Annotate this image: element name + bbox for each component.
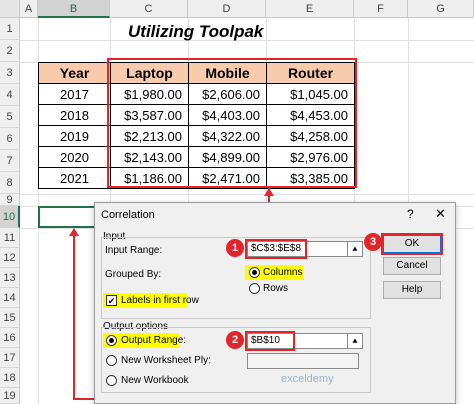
row-header[interactable]: 2 <box>0 40 20 62</box>
column-header-e[interactable]: E <box>266 0 354 18</box>
new-workbook-label[interactable]: New Workbook <box>121 375 189 386</box>
output-connector-arrowhead <box>69 228 79 236</box>
rows-radio[interactable] <box>249 283 260 294</box>
row-header[interactable]: 17 <box>0 348 20 368</box>
sheet-title: Utilizing Toolpak <box>128 22 264 41</box>
row-header-selected[interactable]: 10 <box>0 206 20 228</box>
new-worksheet-field[interactable] <box>247 353 359 369</box>
columns-radio[interactable] <box>249 267 260 278</box>
row-header[interactable]: 8 <box>0 172 20 194</box>
output-connector-line <box>73 232 75 400</box>
table-cell[interactable]: 2019 <box>38 125 111 147</box>
row-header[interactable]: 9 <box>0 194 20 206</box>
input-range-collapse-icon[interactable]: ⯅ <box>347 241 363 257</box>
row-header[interactable]: 13 <box>0 268 20 288</box>
row-header[interactable]: 5 <box>0 106 20 128</box>
connector-arrowhead <box>264 188 274 196</box>
column-header-c[interactable]: C <box>110 0 188 18</box>
cancel-button[interactable]: Cancel <box>383 257 441 275</box>
column-header-b[interactable]: B <box>38 0 110 18</box>
columns-option-label[interactable]: Columns <box>263 267 302 278</box>
column-header-a[interactable]: A <box>20 0 38 18</box>
callout-badge-1: 1 <box>226 239 244 257</box>
output-range-field-highlight <box>245 331 295 351</box>
table-cell[interactable]: 2021 <box>38 167 111 189</box>
callout-badge-3: 3 <box>364 233 382 251</box>
row-header[interactable]: 4 <box>0 84 20 106</box>
new-worksheet-label[interactable]: New Worksheet Ply: <box>121 355 211 366</box>
input-range-highlight <box>107 58 357 188</box>
ok-button-highlight <box>381 233 443 255</box>
row-header[interactable]: 16 <box>0 328 20 348</box>
new-workbook-radio[interactable] <box>106 375 117 386</box>
row-header[interactable]: 15 <box>0 308 20 328</box>
table-cell[interactable]: 2017 <box>38 83 111 105</box>
input-range-field-highlight <box>245 239 307 259</box>
input-range-label: Input Range: <box>105 245 163 256</box>
row-header[interactable]: 18 <box>0 368 20 388</box>
correlation-dialog: Correlation ? ✕ Input Input Range: $C$3:… <box>94 202 456 404</box>
select-all-corner[interactable] <box>0 0 20 18</box>
row-header[interactable]: 12 <box>0 248 20 268</box>
grouped-by-label: Grouped By: <box>105 269 162 280</box>
row-header[interactable]: 14 <box>0 288 20 308</box>
column-header-g[interactable]: G <box>408 0 474 18</box>
row-header[interactable]: 19 <box>0 388 20 404</box>
output-range-collapse-icon[interactable]: ⯅ <box>347 333 363 349</box>
watermark-logo: exceldemy <box>281 373 334 385</box>
output-range-label[interactable]: Output Range: <box>121 335 186 346</box>
close-icon[interactable]: ✕ <box>435 206 446 222</box>
column-header-d[interactable]: D <box>188 0 266 18</box>
row-header[interactable]: 11 <box>0 228 20 248</box>
row-header[interactable]: 3 <box>0 62 20 84</box>
rows-option-label[interactable]: Rows <box>263 283 288 294</box>
output-range-radio[interactable] <box>106 335 117 346</box>
help-button[interactable]: Help <box>383 281 441 299</box>
table-header-cell[interactable]: Year <box>38 62 111 84</box>
labels-checkbox[interactable]: ✔ <box>106 295 117 306</box>
callout-badge-2: 2 <box>226 331 244 349</box>
new-worksheet-radio[interactable] <box>106 355 117 366</box>
column-header-f[interactable]: F <box>354 0 408 18</box>
row-header[interactable]: 1 <box>0 18 20 40</box>
labels-checkbox-label[interactable]: Labels in first row <box>121 295 199 306</box>
table-cell[interactable]: 2018 <box>38 104 111 126</box>
table-cell[interactable]: 2020 <box>38 146 111 168</box>
help-icon[interactable]: ? <box>407 207 414 221</box>
row-header[interactable]: 7 <box>0 150 20 172</box>
dialog-title: Correlation <box>101 209 155 221</box>
row-header[interactable]: 6 <box>0 128 20 150</box>
